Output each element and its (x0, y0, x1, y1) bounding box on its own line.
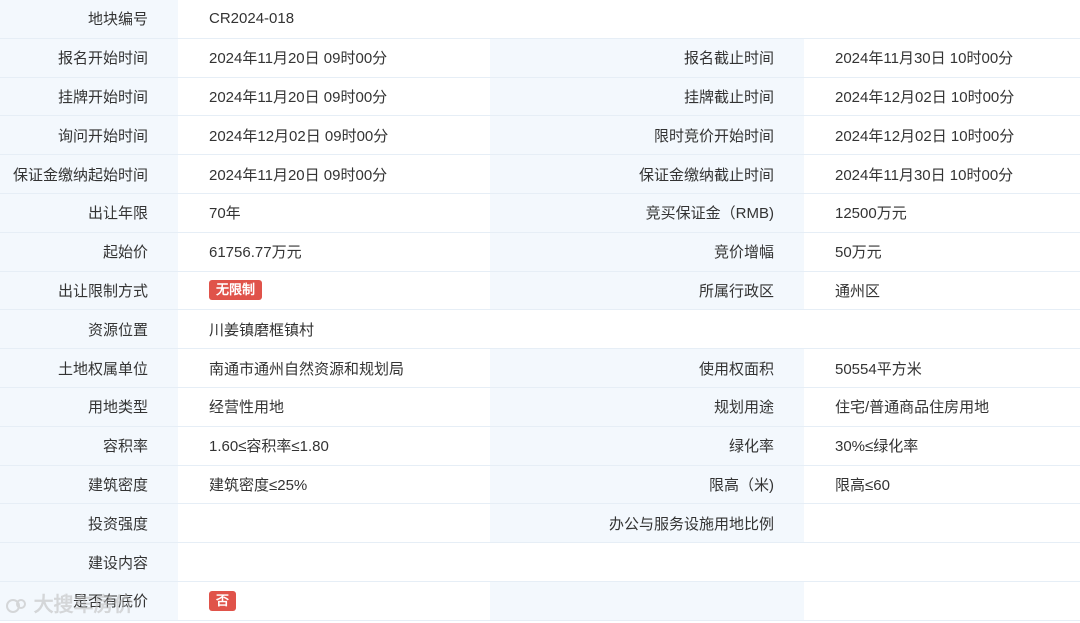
row-label: 资源位置 (0, 309, 178, 350)
row-label: 出让年限 (0, 193, 178, 233)
row-value: 50554平方米 (804, 348, 1080, 388)
row-label: 挂牌截止时间 (490, 77, 804, 117)
row-label: 规划用途 (490, 387, 804, 427)
table-row: 建设内容 (0, 542, 1080, 582)
row-value: 无限制 (178, 271, 490, 311)
row-value (178, 503, 490, 544)
row-value: 61756.77万元 (178, 232, 490, 272)
row-value: 川姜镇磨框镇村 (178, 309, 1080, 350)
table-row: 容积率 1.60≤容积率≤1.80 绿化率 30%≤绿化率 (0, 426, 1080, 466)
land-info-body: 地块编号 CR2024-018 报名开始时间 2024年11月20日 09时00… (0, 0, 1080, 621)
row-label: 询问开始时间 (0, 115, 178, 156)
row-label: 地块编号 (0, 0, 178, 39)
row-label: 土地权属单位 (0, 348, 178, 388)
row-value (178, 542, 1080, 582)
row-value: 否 (178, 581, 490, 621)
row-value: 1.60≤容积率≤1.80 (178, 426, 490, 466)
row-value (804, 503, 1080, 544)
row-value: 2024年11月20日 09时00分 (178, 77, 490, 117)
row-value: 2024年11月20日 09时00分 (178, 38, 490, 78)
row-label: 是否有底价 (0, 581, 178, 621)
table-row: 资源位置 川姜镇磨框镇村 (0, 309, 1080, 350)
table-row: 起始价 61756.77万元 竞价增幅 50万元 (0, 232, 1080, 272)
row-label: 建设内容 (0, 542, 178, 582)
table-row: 出让限制方式 无限制 所属行政区 通州区 (0, 271, 1080, 311)
row-label: 起始价 (0, 232, 178, 272)
row-value: 2024年11月30日 10时00分 (804, 38, 1080, 78)
land-info-table: 地块编号 CR2024-018 报名开始时间 2024年11月20日 09时00… (0, 0, 1080, 621)
table-row: 投资强度 办公与服务设施用地比例 (0, 503, 1080, 544)
table-row: 地块编号 CR2024-018 (0, 0, 1080, 39)
table-row: 土地权属单位 南通市通州自然资源和规划局 使用权面积 50554平方米 (0, 348, 1080, 388)
table-row: 保证金缴纳起始时间 2024年11月20日 09时00分 保证金缴纳截止时间 2… (0, 154, 1080, 194)
row-value: 通州区 (804, 271, 1080, 311)
row-value: 2024年12月02日 10时00分 (804, 115, 1080, 156)
row-label: 保证金缴纳截止时间 (490, 154, 804, 194)
row-value: 住宅/普通商品住房用地 (804, 387, 1080, 427)
table-row: 询问开始时间 2024年12月02日 09时00分 限时竞价开始时间 2024年… (0, 115, 1080, 156)
row-value (804, 581, 1080, 621)
row-value: CR2024-018 (178, 0, 1080, 39)
row-label: 报名截止时间 (490, 38, 804, 78)
table-row: 报名开始时间 2024年11月20日 09时00分 报名截止时间 2024年11… (0, 38, 1080, 78)
row-value: 南通市通州自然资源和规划局 (178, 348, 490, 388)
row-value: 12500万元 (804, 193, 1080, 233)
row-value: 经营性用地 (178, 387, 490, 427)
row-value: 2024年12月02日 09时00分 (178, 115, 490, 156)
row-label: 办公与服务设施用地比例 (490, 503, 804, 544)
row-label: 容积率 (0, 426, 178, 466)
row-label: 报名开始时间 (0, 38, 178, 78)
row-label: 限高（米) (490, 465, 804, 505)
restriction-badge: 无限制 (209, 280, 263, 301)
row-label: 所属行政区 (490, 271, 804, 311)
row-value: 70年 (178, 193, 490, 233)
reserve-price-badge: 否 (209, 590, 237, 611)
row-label: 建筑密度 (0, 465, 178, 505)
row-label: 绿化率 (490, 426, 804, 466)
row-label: 出让限制方式 (0, 271, 178, 311)
table-row: 用地类型 经营性用地 规划用途 住宅/普通商品住房用地 (0, 387, 1080, 427)
row-value: 2024年11月30日 10时00分 (804, 154, 1080, 194)
row-label: 投资强度 (0, 503, 178, 544)
row-label: 竞买保证金（RMB) (490, 193, 804, 233)
row-value: 建筑密度≤25% (178, 465, 490, 505)
row-value: 限高≤60 (804, 465, 1080, 505)
row-label: 用地类型 (0, 387, 178, 427)
row-label: 限时竞价开始时间 (490, 115, 804, 156)
row-value: 2024年12月02日 10时00分 (804, 77, 1080, 117)
table-row: 是否有底价 否 (0, 581, 1080, 621)
row-label (490, 581, 804, 621)
row-value: 50万元 (804, 232, 1080, 272)
row-value: 2024年11月20日 09时00分 (178, 154, 490, 194)
table-row: 挂牌开始时间 2024年11月20日 09时00分 挂牌截止时间 2024年12… (0, 77, 1080, 117)
row-value: 30%≤绿化率 (804, 426, 1080, 466)
row-label: 挂牌开始时间 (0, 77, 178, 117)
row-label: 竞价增幅 (490, 232, 804, 272)
row-label: 使用权面积 (490, 348, 804, 388)
table-row: 建筑密度 建筑密度≤25% 限高（米) 限高≤60 (0, 465, 1080, 505)
row-label: 保证金缴纳起始时间 (0, 154, 178, 194)
table-row: 出让年限 70年 竞买保证金（RMB) 12500万元 (0, 193, 1080, 233)
